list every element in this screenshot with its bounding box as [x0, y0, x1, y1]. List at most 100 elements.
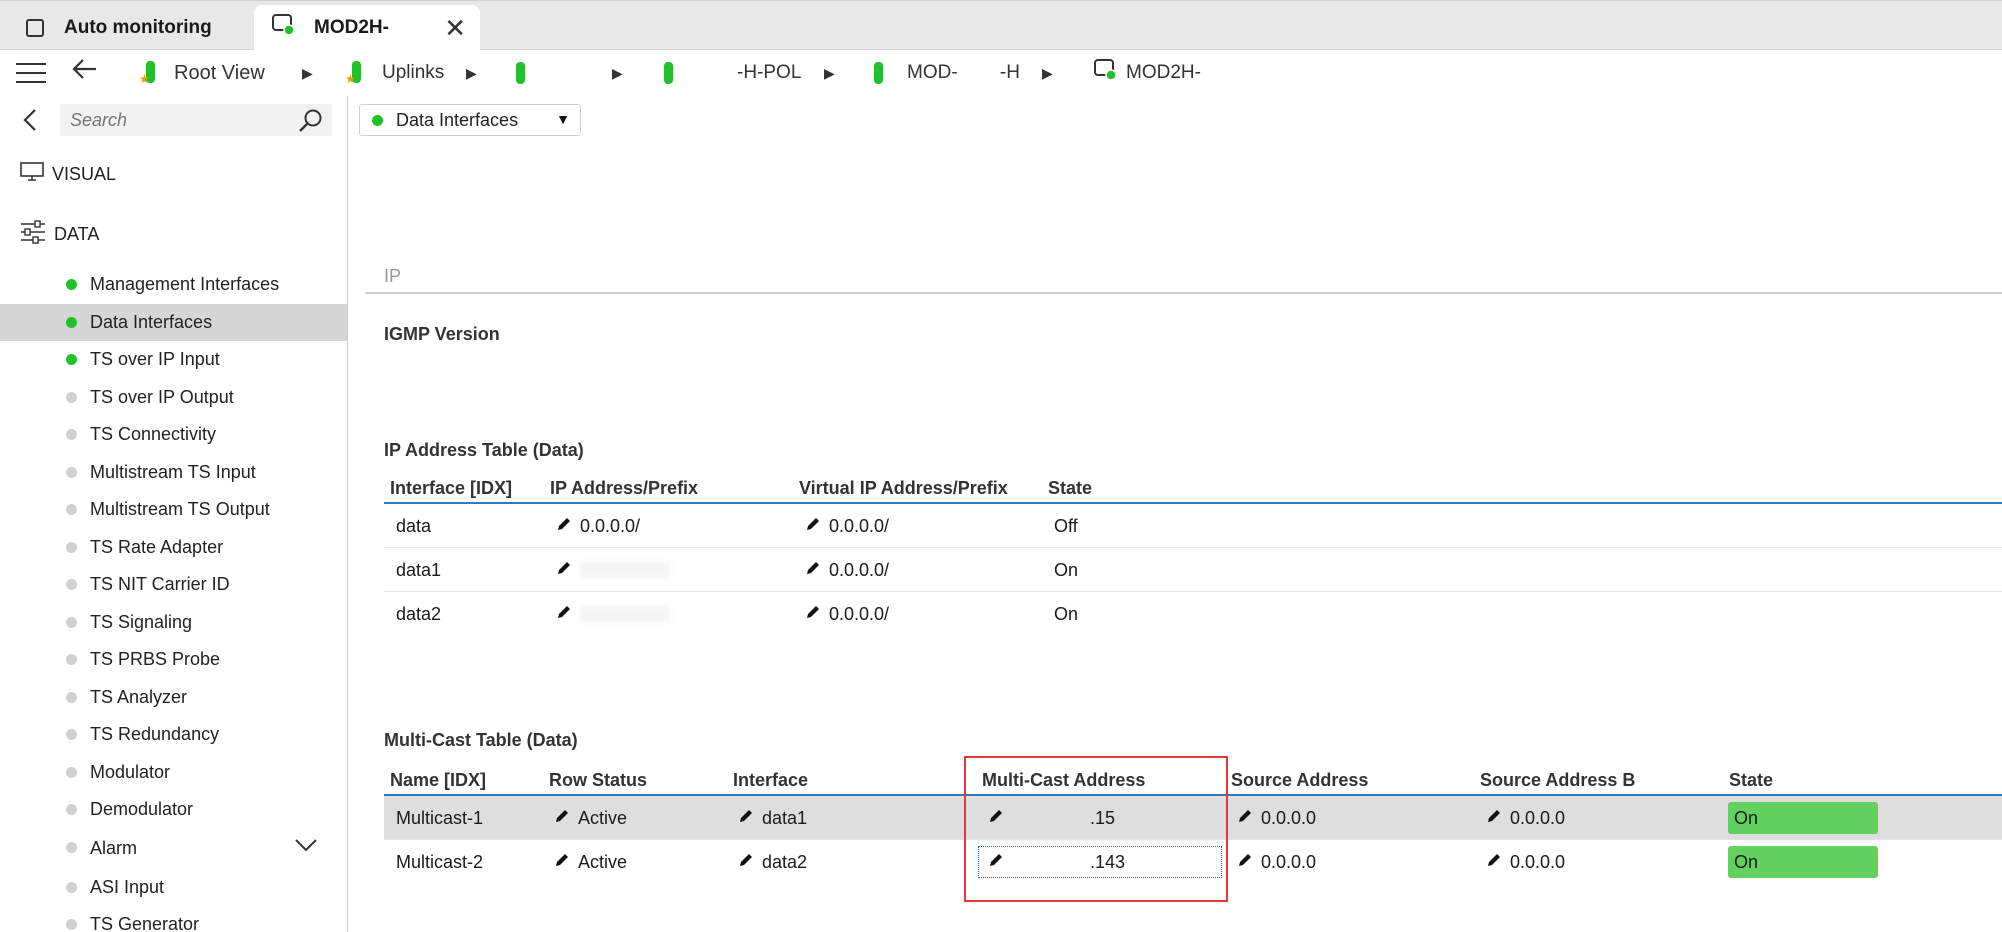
- state-cell: On: [1054, 559, 1079, 580]
- tab-label: Auto monitoring: [64, 17, 212, 38]
- sidebar-item-demodulator[interactable]: Demodulator: [0, 791, 347, 829]
- caret-right-icon: ▶: [302, 64, 313, 81]
- sidebar-item-ts-rate-adapter[interactable]: TS Rate Adapter: [0, 529, 347, 567]
- sliders-icon: [20, 220, 46, 249]
- state-cell: On: [1054, 603, 1079, 624]
- caret-down-icon: ▼: [556, 111, 570, 127]
- sidebar-item-multistream-ts-input[interactable]: Multistream TS Input: [0, 454, 347, 492]
- sidebar-section-data[interactable]: DATA: [20, 220, 99, 249]
- redacted-value: [580, 606, 670, 622]
- pencil-icon: [805, 516, 821, 537]
- state-cell: Off: [1054, 515, 1078, 536]
- sidebar-item-label: TS over IP Input: [90, 349, 220, 370]
- node-status-icon: [664, 62, 673, 84]
- breadcrumb-item-node-5[interactable]: MOD- -H: [874, 60, 1020, 86]
- column-header: Row Status: [549, 770, 648, 790]
- caret-right-icon: ▶: [824, 64, 835, 81]
- sidebar-item-ts-over-ip-output[interactable]: TS over IP Output: [0, 379, 347, 417]
- source-address-cell[interactable]: 0.0.0.0: [1237, 840, 1316, 884]
- igmp-version-heading: IGMP Version: [384, 324, 500, 344]
- sidebar-item-data-interfaces[interactable]: Data Interfaces: [0, 303, 347, 341]
- device-status-icon: [1094, 59, 1118, 87]
- close-icon[interactable]: ✕: [444, 15, 466, 41]
- cell-value: 0.0.0.0/: [829, 603, 890, 624]
- sidebar-item-label: Demodulator: [90, 799, 194, 820]
- ip-address-cell[interactable]: [556, 548, 670, 592]
- sidebar-item-ts-signaling[interactable]: TS Signaling: [0, 604, 347, 642]
- chevron-down-icon[interactable]: [294, 837, 318, 858]
- sidebar-item-label: Multistream TS Output: [90, 499, 270, 520]
- state-toggle[interactable]: On: [1728, 802, 1878, 834]
- cell-value: 0.0.0.0/: [829, 559, 890, 580]
- sidebar-item-multistream-ts-output[interactable]: Multistream TS Output: [0, 491, 347, 529]
- status-dot: [66, 841, 77, 853]
- menu-icon[interactable]: [16, 63, 46, 83]
- sidebar-item-modulator[interactable]: Modulator: [0, 754, 347, 792]
- device-status-icon: [272, 14, 296, 42]
- search-icon[interactable]: [298, 108, 324, 139]
- node-status-icon: [516, 62, 525, 84]
- breadcrumb-item-root-view[interactable]: ★ Root View: [139, 60, 265, 86]
- interface-cell: data: [396, 515, 432, 536]
- breadcrumb-item-node-3[interactable]: [516, 60, 545, 86]
- interface-cell: data1: [396, 559, 442, 580]
- breadcrumb-label: -H-POL: [737, 62, 802, 83]
- source-address-cell[interactable]: 0.0.0.0: [1237, 796, 1316, 840]
- tab-auto-monitoring[interactable]: Auto monitoring: [0, 5, 254, 51]
- virtual-ip-cell[interactable]: 0.0.0.0/: [805, 504, 889, 548]
- breadcrumb: ★ Root View ▶ ★ Uplinks ▶ ▶ -H-POL ▶ MOD…: [0, 50, 2002, 96]
- sidebar-item-ts-connectivity[interactable]: TS Connectivity: [0, 416, 347, 454]
- column-header: State: [1048, 478, 1093, 498]
- sidebar-section-visual[interactable]: VISUAL: [20, 162, 116, 187]
- virtual-ip-cell[interactable]: 0.0.0.0/: [805, 592, 889, 636]
- caret-right-icon: ▶: [1042, 64, 1053, 81]
- status-dot: [66, 919, 77, 930]
- pencil-icon: [805, 604, 821, 625]
- breadcrumb-item-device[interactable]: MOD2H-: [1094, 59, 1201, 87]
- pencil-icon: [1237, 852, 1253, 873]
- section-divider: [365, 292, 2002, 294]
- view-selector-value: Data Interfaces: [396, 109, 519, 130]
- ip-address-cell[interactable]: [556, 592, 670, 636]
- pencil-icon: [554, 808, 570, 829]
- sidebar-item-ts-analyzer[interactable]: TS Analyzer: [0, 679, 347, 717]
- table-row: data 0.0.0.0/ 0.0.0.0/ Off: [384, 504, 2002, 548]
- pencil-icon: [556, 560, 572, 581]
- tab-device[interactable]: MOD2H- ✕: [254, 5, 480, 51]
- ip-address-cell[interactable]: 0.0.0.0/: [556, 504, 640, 548]
- collapse-sidebar-icon[interactable]: [22, 108, 38, 137]
- sidebar-item-ts-nit-carrier-id[interactable]: TS NIT Carrier ID: [0, 566, 347, 604]
- column-header: State: [1729, 770, 1774, 790]
- interface-cell[interactable]: data1: [738, 796, 807, 840]
- monitor-icon: [20, 162, 44, 187]
- sidebar-item-ts-redundancy[interactable]: TS Redundancy: [0, 716, 347, 754]
- interface-cell[interactable]: data2: [738, 840, 807, 884]
- sidebar-item-ts-generator[interactable]: TS Generator: [0, 906, 347, 932]
- sidebar-item-alarm[interactable]: Alarm: [0, 829, 347, 869]
- name-cell: Multicast-2: [396, 851, 484, 872]
- sidebar-section-label: VISUAL: [52, 164, 117, 184]
- sidebar-item-ts-over-ip-input[interactable]: TS over IP Input: [0, 341, 347, 379]
- source-address-b-cell[interactable]: 0.0.0.0: [1486, 796, 1565, 840]
- breadcrumb-item-uplinks[interactable]: ★ Uplinks: [345, 60, 444, 86]
- state-toggle[interactable]: On: [1728, 846, 1878, 878]
- view-selector-dropdown[interactable]: Data Interfaces ▼: [359, 104, 581, 136]
- source-address-b-cell[interactable]: 0.0.0.0: [1486, 840, 1565, 884]
- search-input[interactable]: [60, 104, 290, 136]
- cell-value: 0.0.0.0/: [829, 515, 890, 536]
- breadcrumb-item-node-4[interactable]: -H-POL: [664, 60, 801, 86]
- table-row: data2 0.0.0.0/ On: [384, 592, 2002, 636]
- row-status-cell[interactable]: Active: [554, 796, 627, 840]
- sidebar-item-label: TS over IP Output: [90, 386, 234, 407]
- column-header: Interface: [733, 770, 809, 790]
- sidebar-item-asi-input[interactable]: ASI Input: [0, 869, 347, 907]
- sidebar-item-label: TS Connectivity: [90, 424, 217, 445]
- row-status-cell[interactable]: Active: [554, 840, 627, 884]
- status-dot: [66, 316, 77, 328]
- back-arrow-icon[interactable]: [72, 56, 98, 86]
- multicast-table-title: Multi-Cast Table (Data): [384, 730, 578, 750]
- sidebar-item-management-interfaces[interactable]: Management Interfaces: [0, 266, 347, 304]
- cell-value: 0.0.0.0: [1510, 807, 1566, 828]
- sidebar-item-ts-prbs-probe[interactable]: TS PRBS Probe: [0, 641, 347, 679]
- virtual-ip-cell[interactable]: 0.0.0.0/: [805, 548, 889, 592]
